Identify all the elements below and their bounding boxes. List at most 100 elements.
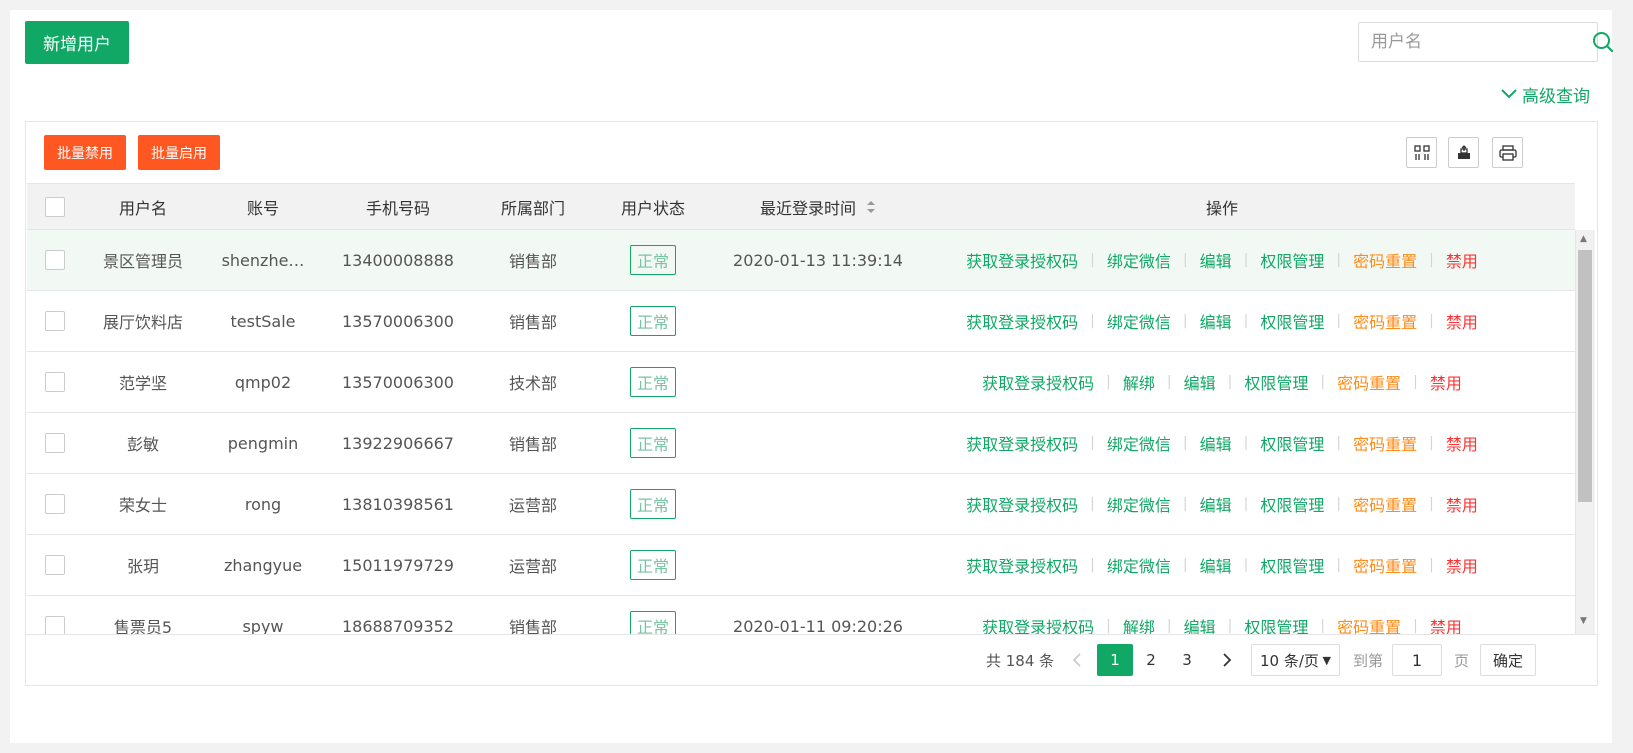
next-page-icon[interactable] — [1218, 635, 1236, 685]
get-auth-code-link[interactable]: 获取登录授权码 — [966, 248, 1078, 272]
permissions-link[interactable]: 权限管理 — [1260, 431, 1324, 455]
get-auth-code-link[interactable]: 获取登录授权码 — [982, 614, 1094, 634]
table-row: 售票员5 spyw 18688709352 销售部 正常 2020-01-11 … — [27, 596, 1575, 634]
cell-username: 范学坚 — [118, 374, 167, 393]
page-size-select[interactable]: 10 条/页 ▼ — [1251, 644, 1340, 676]
page-number-1[interactable]: 1 — [1097, 644, 1133, 676]
cell-account: pengmin — [227, 433, 299, 453]
scroll-up-icon[interactable]: ▲ — [1580, 234, 1587, 244]
goto-page-input[interactable] — [1392, 644, 1442, 676]
permissions-link[interactable]: 权限管理 — [1244, 370, 1308, 394]
cell-phone: 18688709352 — [342, 616, 454, 635]
bind-wechat-link[interactable]: 绑定微信 — [1107, 553, 1171, 577]
cell-department: 运营部 — [508, 557, 557, 576]
reset-password-link[interactable]: 密码重置 — [1337, 614, 1401, 634]
reset-password-link[interactable]: 密码重置 — [1353, 431, 1417, 455]
cell-account: rong — [244, 494, 282, 514]
batch-disable-button[interactable]: 批量禁用 — [44, 135, 126, 170]
table-row: 景区管理员 shenzhe… 13400008888 销售部 正常 2020-0… — [27, 230, 1575, 291]
batch-enable-button[interactable]: 批量启用 — [138, 135, 220, 170]
cell-username: 售票员5 — [113, 618, 173, 634]
vertical-scrollbar[interactable]: ▲ ▼ — [1575, 230, 1595, 634]
scroll-down-icon[interactable]: ▼ — [1580, 616, 1587, 626]
column-header-account: 账号 — [246, 198, 279, 218]
edit-link[interactable]: 编辑 — [1200, 431, 1232, 455]
disable-link[interactable]: 禁用 — [1446, 309, 1478, 333]
page-number-2[interactable]: 2 — [1133, 644, 1169, 676]
page-number-3[interactable]: 3 — [1169, 644, 1205, 676]
filter-columns-icon[interactable] — [1406, 137, 1437, 168]
confirm-goto-button[interactable]: 确定 — [1480, 644, 1536, 676]
row-actions: 获取登录授权码 | 绑定微信 | 编辑 | 权限管理 | 密码重置 | 禁用 — [966, 553, 1478, 577]
export-icon[interactable] — [1448, 137, 1479, 168]
get-auth-code-link[interactable]: 获取登录授权码 — [982, 370, 1094, 394]
bind-wechat-link[interactable]: 绑定微信 — [1107, 492, 1171, 516]
edit-link[interactable]: 编辑 — [1184, 370, 1216, 394]
row-checkbox[interactable] — [45, 616, 65, 634]
cell-department: 销售部 — [508, 435, 557, 454]
disable-link[interactable]: 禁用 — [1446, 248, 1478, 272]
disable-link[interactable]: 禁用 — [1446, 431, 1478, 455]
column-header-last-login[interactable]: 最近登录时间 — [713, 184, 923, 229]
table-row: 荣女士 rong 13810398561 运营部 正常 获取登录授权码 | 绑定微… — [27, 474, 1575, 535]
row-checkbox[interactable] — [45, 555, 65, 575]
disable-link[interactable]: 禁用 — [1430, 614, 1462, 634]
bind-wechat-link[interactable]: 绑定微信 — [1107, 309, 1171, 333]
permissions-link[interactable]: 权限管理 — [1260, 309, 1324, 333]
table-body: 景区管理员 shenzhe… 13400008888 销售部 正常 2020-0… — [27, 230, 1575, 634]
status-badge: 正常 — [630, 306, 676, 336]
cell-username: 彭敏 — [126, 435, 159, 454]
disable-link[interactable]: 禁用 — [1446, 553, 1478, 577]
reset-password-link[interactable]: 密码重置 — [1337, 370, 1401, 394]
scroll-thumb[interactable] — [1578, 250, 1592, 502]
reset-password-link[interactable]: 密码重置 — [1353, 492, 1417, 516]
bind-wechat-link[interactable]: 绑定微信 — [1107, 431, 1171, 455]
column-header-username: 用户名 — [118, 198, 167, 218]
get-auth-code-link[interactable]: 获取登录授权码 — [966, 492, 1078, 516]
row-checkbox[interactable] — [45, 250, 65, 270]
cell-last-login: 2020-01-11 09:20:26 — [733, 616, 903, 635]
sort-icon[interactable] — [866, 200, 876, 214]
permissions-link[interactable]: 权限管理 — [1244, 614, 1308, 634]
reset-password-link[interactable]: 密码重置 — [1353, 309, 1417, 333]
disable-link[interactable]: 禁用 — [1430, 370, 1462, 394]
reset-password-link[interactable]: 密码重置 — [1353, 553, 1417, 577]
cell-last-login — [713, 474, 923, 534]
edit-link[interactable]: 编辑 — [1200, 492, 1232, 516]
cell-department: 销售部 — [508, 618, 557, 634]
edit-link[interactable]: 编辑 — [1200, 553, 1232, 577]
edit-link[interactable]: 编辑 — [1184, 614, 1216, 634]
get-auth-code-link[interactable]: 获取登录授权码 — [966, 309, 1078, 333]
search-icon[interactable] — [1592, 23, 1614, 61]
edit-link[interactable]: 编辑 — [1200, 248, 1232, 272]
bind-wechat-link[interactable]: 绑定微信 — [1107, 248, 1171, 272]
permissions-link[interactable]: 权限管理 — [1260, 248, 1324, 272]
get-auth-code-link[interactable]: 获取登录授权码 — [966, 553, 1078, 577]
add-user-button[interactable]: 新增用户 — [25, 21, 129, 64]
last-login-label: 最近登录时间 — [759, 198, 856, 218]
disable-link[interactable]: 禁用 — [1446, 492, 1478, 516]
unbind-wechat-link[interactable]: 解绑 — [1123, 614, 1155, 634]
search-input[interactable] — [1359, 23, 1592, 61]
select-all-checkbox[interactable] — [45, 196, 65, 217]
print-icon[interactable] — [1492, 137, 1523, 168]
get-auth-code-link[interactable]: 获取登录授权码 — [966, 431, 1078, 455]
status-badge: 正常 — [630, 428, 676, 458]
unbind-wechat-link[interactable]: 解绑 — [1123, 370, 1155, 394]
row-checkbox[interactable] — [45, 311, 65, 331]
prev-page-icon[interactable] — [1068, 635, 1086, 685]
page-unit-label: 页 — [1454, 651, 1470, 670]
row-checkbox[interactable] — [45, 494, 65, 514]
status-badge: 正常 — [630, 489, 676, 519]
edit-link[interactable]: 编辑 — [1200, 309, 1232, 333]
row-checkbox[interactable] — [45, 372, 65, 392]
permissions-link[interactable]: 权限管理 — [1260, 553, 1324, 577]
status-badge: 正常 — [630, 550, 676, 580]
permissions-link[interactable]: 权限管理 — [1260, 492, 1324, 516]
row-actions: 获取登录授权码 | 绑定微信 | 编辑 | 权限管理 | 密码重置 | 禁用 — [966, 492, 1478, 516]
advanced-search-toggle[interactable]: 高级查询 — [1500, 82, 1590, 107]
cell-phone: 13570006300 — [342, 311, 454, 331]
row-actions: 获取登录授权码 | 解绑 | 编辑 | 权限管理 | 密码重置 | 禁用 — [982, 614, 1462, 634]
row-checkbox[interactable] — [45, 433, 65, 453]
reset-password-link[interactable]: 密码重置 — [1353, 248, 1417, 272]
